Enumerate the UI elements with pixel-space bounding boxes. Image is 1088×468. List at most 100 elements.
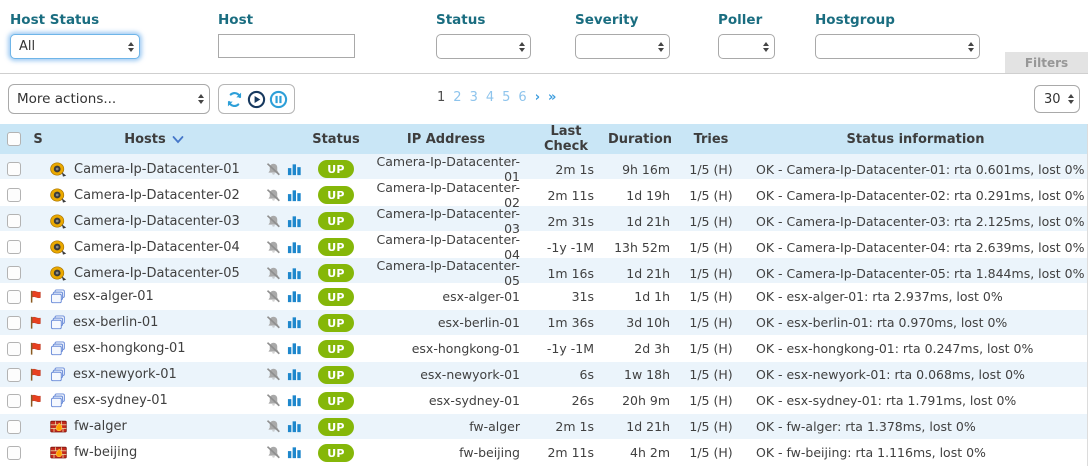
host-cell[interactable]: esx-hongkong-01 [50, 341, 258, 356]
row-select-checkbox[interactable] [7, 240, 21, 254]
host-name[interactable]: esx-sydney-01 [73, 393, 168, 408]
graph-icon[interactable] [287, 445, 302, 460]
pagination-page[interactable]: 5 [502, 90, 510, 105]
host-status-select[interactable]: All [10, 34, 140, 59]
header-tries[interactable]: Tries [678, 132, 744, 147]
severity-select[interactable] [575, 34, 670, 59]
pagination-page[interactable]: 4 [486, 90, 494, 105]
duration-cell: 9h 16m [602, 162, 678, 177]
pause-icon[interactable] [269, 90, 288, 109]
status-information-cell: OK - Camera-Ip-Datacenter-03: rta 2.125m… [744, 214, 1087, 229]
host-cell[interactable]: Camera-Ip-Datacenter-05 [50, 266, 258, 281]
row-select-checkbox[interactable] [7, 420, 21, 434]
header-hosts[interactable]: Hosts [50, 132, 258, 147]
graph-icon[interactable] [287, 266, 302, 281]
host-name[interactable]: esx-alger-01 [73, 289, 154, 304]
row-select-checkbox[interactable] [7, 214, 21, 228]
select-all-checkbox[interactable] [7, 132, 21, 146]
host-name[interactable]: Camera-Ip-Datacenter-05 [74, 266, 240, 281]
host-cell[interactable]: fw-alger [50, 419, 258, 434]
vm-icon [50, 367, 66, 382]
pagination-next[interactable]: › [535, 90, 540, 105]
header-ip[interactable]: IP Address [362, 132, 530, 147]
notifications-muted-icon[interactable] [266, 393, 281, 408]
row-select-checkbox[interactable] [7, 342, 21, 356]
notifications-muted-icon[interactable] [266, 188, 281, 203]
host-name[interactable]: Camera-Ip-Datacenter-03 [74, 214, 240, 229]
graph-icon[interactable] [287, 419, 302, 434]
status-select[interactable] [436, 34, 531, 59]
row-select-checkbox[interactable] [7, 162, 21, 176]
host-cell[interactable]: fw-beijing [50, 445, 258, 460]
pagination-last[interactable]: » [548, 90, 556, 105]
row-select-checkbox[interactable] [7, 290, 21, 304]
graph-icon[interactable] [287, 315, 302, 330]
host-cell[interactable]: esx-sydney-01 [50, 393, 258, 408]
header-status[interactable]: Status [310, 132, 362, 147]
header-last-check[interactable]: Last Check [530, 124, 602, 154]
host-name[interactable]: fw-beijing [74, 445, 137, 460]
host-cell[interactable]: esx-alger-01 [50, 289, 258, 304]
row-select-checkbox[interactable] [7, 266, 21, 280]
host-name[interactable]: esx-newyork-01 [73, 367, 177, 382]
notifications-muted-icon[interactable] [266, 266, 281, 281]
tries-cell: 1/5 (H) [678, 214, 744, 229]
page-size-select[interactable]: 30 [1034, 85, 1080, 113]
status-badge: UP [318, 264, 353, 282]
poller-select[interactable] [718, 34, 775, 59]
play-icon[interactable] [247, 90, 266, 109]
notifications-muted-icon[interactable] [266, 214, 281, 229]
graph-icon[interactable] [287, 289, 302, 304]
host-cell[interactable]: esx-newyork-01 [50, 367, 258, 382]
notifications-muted-icon[interactable] [266, 445, 281, 460]
notifications-muted-icon[interactable] [266, 240, 281, 255]
refresh-icon[interactable] [225, 90, 244, 109]
graph-icon[interactable] [287, 214, 302, 229]
graph-icon[interactable] [287, 240, 302, 255]
duration-cell: 4h 2m [602, 445, 678, 460]
notifications-muted-icon[interactable] [266, 315, 281, 330]
notifications-muted-icon[interactable] [266, 289, 281, 304]
graph-icon[interactable] [287, 393, 302, 408]
host-cell[interactable]: Camera-Ip-Datacenter-02 [50, 188, 258, 203]
host-name[interactable]: esx-berlin-01 [73, 315, 158, 330]
header-status-information[interactable]: Status information [744, 132, 1087, 147]
graph-icon[interactable] [287, 188, 302, 203]
row-select-checkbox[interactable] [7, 446, 21, 460]
hostgroup-select[interactable] [815, 34, 980, 59]
pagination-page[interactable]: 2 [453, 90, 461, 105]
tries-cell: 1/5 (H) [678, 445, 744, 460]
severity-cell [26, 367, 50, 382]
host-name[interactable]: Camera-Ip-Datacenter-02 [74, 188, 240, 203]
row-select-checkbox[interactable] [7, 316, 21, 330]
pagination-page[interactable]: 6 [518, 90, 526, 105]
header-duration[interactable]: Duration [602, 132, 678, 147]
host-cell[interactable]: esx-berlin-01 [50, 315, 258, 330]
pagination-page[interactable]: 3 [470, 90, 478, 105]
host-cell[interactable]: Camera-Ip-Datacenter-04 [50, 240, 258, 255]
filters-tab[interactable]: Filters [1005, 52, 1088, 73]
graph-icon[interactable] [287, 367, 302, 382]
graph-icon[interactable] [287, 341, 302, 356]
host-name[interactable]: esx-hongkong-01 [73, 341, 186, 356]
host-input[interactable] [218, 34, 355, 58]
graph-icon[interactable] [287, 162, 302, 177]
host-name[interactable]: fw-alger [74, 419, 127, 434]
camera-icon [50, 188, 67, 203]
host-name[interactable]: Camera-Ip-Datacenter-04 [74, 240, 240, 255]
more-actions-select[interactable]: More actions... [8, 84, 210, 114]
tries-cell: 1/5 (H) [678, 266, 744, 281]
chevron-down-icon [172, 135, 184, 144]
host-cell[interactable]: Camera-Ip-Datacenter-01 [50, 162, 258, 177]
row-select-checkbox[interactable] [7, 188, 21, 202]
status-badge: UP [318, 212, 353, 230]
notifications-muted-icon[interactable] [266, 162, 281, 177]
notifications-muted-icon[interactable] [266, 419, 281, 434]
notifications-muted-icon[interactable] [266, 367, 281, 382]
notifications-muted-icon[interactable] [266, 341, 281, 356]
header-severity[interactable]: S [26, 132, 50, 147]
host-cell[interactable]: Camera-Ip-Datacenter-03 [50, 214, 258, 229]
row-select-checkbox[interactable] [7, 368, 21, 382]
row-select-checkbox[interactable] [7, 394, 21, 408]
host-name[interactable]: Camera-Ip-Datacenter-01 [74, 162, 240, 177]
